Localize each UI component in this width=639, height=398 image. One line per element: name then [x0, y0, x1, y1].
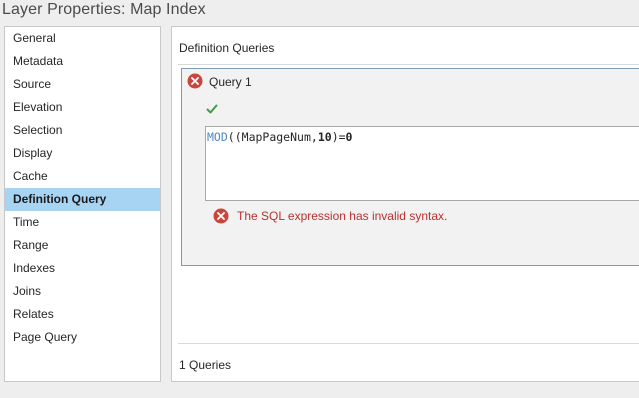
sql-field-token: MapPageNum	[241, 130, 311, 144]
sidebar-item-joins[interactable]: Joins	[5, 280, 160, 303]
sidebar-item-display[interactable]: Display	[5, 142, 160, 165]
sidebar-item-label: General	[13, 31, 56, 45]
sql-comma-token: ,	[310, 130, 318, 144]
sql-value-token: 0	[345, 130, 353, 144]
sidebar-item-label: Joins	[13, 284, 42, 298]
query-card[interactable]: Query 1 MOD((MapPageNum,10)=0 The SQL ex…	[181, 68, 639, 266]
query-count: 1 Queries	[179, 358, 232, 372]
sql-number-token: 10	[317, 130, 332, 144]
sidebar-item-page-query[interactable]: Page Query	[5, 326, 160, 349]
sidebar-item-label: Elevation	[13, 100, 63, 114]
sidebar-item-label: Indexes	[13, 261, 56, 275]
sidebar-item-elevation[interactable]: Elevation	[5, 96, 160, 119]
sql-expression-text: MOD((MapPageNum,10)=0	[207, 130, 352, 144]
sql-operator-token: )=	[331, 130, 346, 144]
sidebar-item-time[interactable]: Time	[5, 211, 160, 234]
error-circle-x-icon	[187, 73, 203, 89]
sidebar-item-label: Page Query	[13, 330, 78, 344]
sql-function-token: MOD	[207, 130, 228, 144]
sidebar-item-indexes[interactable]: Indexes	[5, 257, 160, 280]
sidebar-item-range[interactable]: Range	[5, 234, 160, 257]
query-list: Query 1 MOD((MapPageNum,10)=0 The SQL ex…	[178, 64, 639, 344]
sidebar-item-definition-query[interactable]: Definition Query	[5, 188, 160, 211]
sidebar-item-relates[interactable]: Relates	[5, 303, 160, 326]
sidebar-item-label: Display	[13, 146, 53, 160]
section-heading: Definition Queries	[179, 41, 275, 55]
sql-expression-editor[interactable]: MOD((MapPageNum,10)=0	[205, 126, 639, 201]
sidebar-item-selection[interactable]: Selection	[5, 119, 160, 142]
sidebar-item-label: Time	[13, 215, 40, 229]
definition-query-panel: Definition Queries Query 1 MOD((MapPageN…	[171, 26, 639, 382]
sidebar-item-metadata[interactable]: Metadata	[5, 50, 160, 73]
sidebar-item-label: Cache	[13, 169, 48, 183]
sidebar-item-label: Relates	[13, 307, 54, 321]
sidebar-item-label: Source	[13, 77, 52, 91]
sidebar-item-label: Range	[13, 238, 49, 252]
checkmark-icon[interactable]	[206, 102, 218, 114]
error-circle-x-icon	[213, 208, 229, 224]
sidebar-item-general[interactable]: General	[5, 27, 160, 50]
sidebar-item-cache[interactable]: Cache	[5, 165, 160, 188]
sidebar-item-label: Selection	[13, 123, 63, 137]
window-title: Layer Properties: Map Index	[2, 1, 206, 18]
query-title: Query 1	[209, 75, 252, 89]
sidebar-item-label: Definition Query	[13, 192, 107, 206]
sql-paren-token: ((	[227, 130, 242, 144]
sidebar-item-source[interactable]: Source	[5, 73, 160, 96]
sidebar-nav: General Metadata Source Elevation Select…	[4, 26, 161, 382]
sidebar-item-label: Metadata	[13, 54, 64, 68]
validation-error-message: The SQL expression has invalid syntax.	[237, 209, 448, 223]
